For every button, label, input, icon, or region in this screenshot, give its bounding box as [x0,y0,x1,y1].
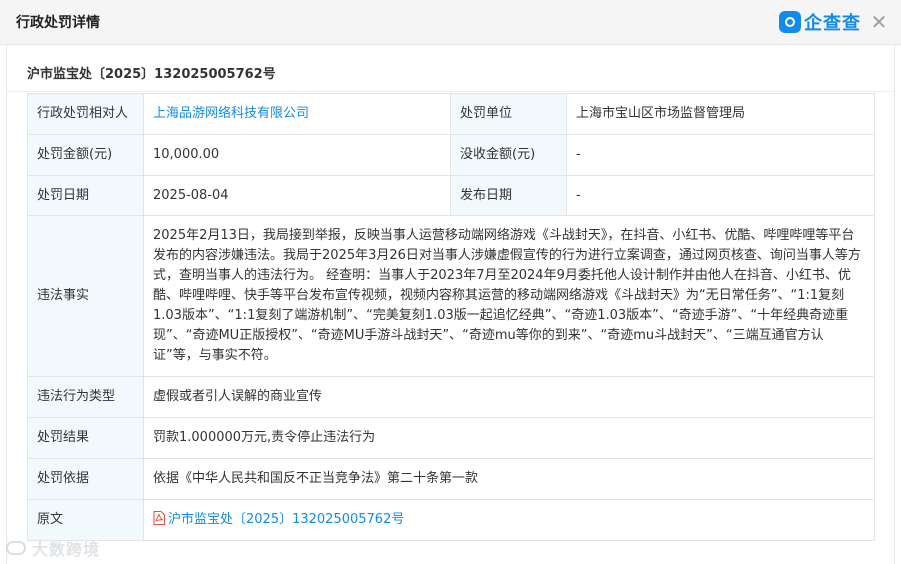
publish-date-label: 发布日期 [450,175,567,216]
authority-value: 上海市宝山区市场监督管理局 [566,93,875,135]
right-border [894,44,895,564]
confiscation-value: - [566,134,875,176]
party-value-cell: 上海品游网络科技有限公司 [143,93,451,135]
date-value: 2025-08-04 [143,175,451,216]
table-row: 处罚金额(元) 10,000.00 没收金额(元) - [27,134,875,176]
facts-value: 2025年2月13日，我局接到举报，反映当事人运营移动端网络游戏《斗战封天》，在… [143,215,875,377]
watermark: 大数跨境 [6,537,100,559]
left-border [6,44,7,564]
penalty-detail-table: 行政处罚相对人 上海品游网络科技有限公司 处罚单位 上海市宝山区市场监督管理局 … [27,93,875,541]
violation-type-label: 违法行为类型 [27,376,144,418]
basis-label: 处罚依据 [27,458,144,500]
date-label: 处罚日期 [27,175,144,216]
document-number-title: 沪市监宝处〔2025〕132025005762号 [27,67,276,82]
dialog-title: 行政处罚详情 [16,15,100,31]
watermark-logo-icon [6,541,26,555]
basis-value: 依据《中华人民共和国反不正当竞争法》第二十条第一款 [143,458,875,500]
brand-name: 企查查 [804,13,861,34]
party-label: 行政处罚相对人 [27,93,144,135]
divider [6,91,895,92]
original-document-link[interactable]: 沪市监宝处〔2025〕132025005762号 [168,512,404,527]
watermark-text: 大数跨境 [32,540,101,559]
result-label: 处罚结果 [27,417,144,459]
table-row: 违法行为类型 虚假或者引人误解的商业宣传 [27,376,875,418]
table-row: 处罚依据 依据《中华人民共和国反不正当竞争法》第二十条第一款 [27,458,875,500]
table-row: 行政处罚相对人 上海品游网络科技有限公司 处罚单位 上海市宝山区市场监督管理局 [27,93,875,135]
facts-label: 违法事实 [27,215,144,377]
authority-label: 处罚单位 [450,93,567,135]
pdf-icon [153,511,165,525]
result-value: 罚款1.000000万元,责令停止违法行为 [143,417,875,459]
table-row: 处罚日期 2025-08-04 发布日期 - [27,175,875,216]
qichacha-logo: 企查查 [779,9,861,35]
table-row: 违法事实 2025年2月13日，我局接到举报，反映当事人运营移动端网络游戏《斗战… [27,215,875,377]
confiscation-label: 没收金额(元) [450,134,567,176]
party-company-link[interactable]: 上海品游网络科技有限公司 [153,106,309,121]
original-value-cell: 沪市监宝处〔2025〕132025005762号 [143,499,875,541]
qichacha-logo-icon [779,11,801,33]
close-icon[interactable]: ✕ [868,11,890,33]
publish-date-value: - [566,175,875,216]
amount-value: 10,000.00 [143,134,451,176]
table-row: 处罚结果 罚款1.000000万元,责令停止违法行为 [27,417,875,459]
amount-label: 处罚金额(元) [27,134,144,176]
original-label: 原文 [27,499,144,541]
table-row: 原文 沪市监宝处〔2025〕132025005762号 [27,499,875,541]
violation-type-value: 虚假或者引人误解的商业宣传 [143,376,875,418]
dialog-header: 行政处罚详情 企查查 ✕ [0,0,901,45]
